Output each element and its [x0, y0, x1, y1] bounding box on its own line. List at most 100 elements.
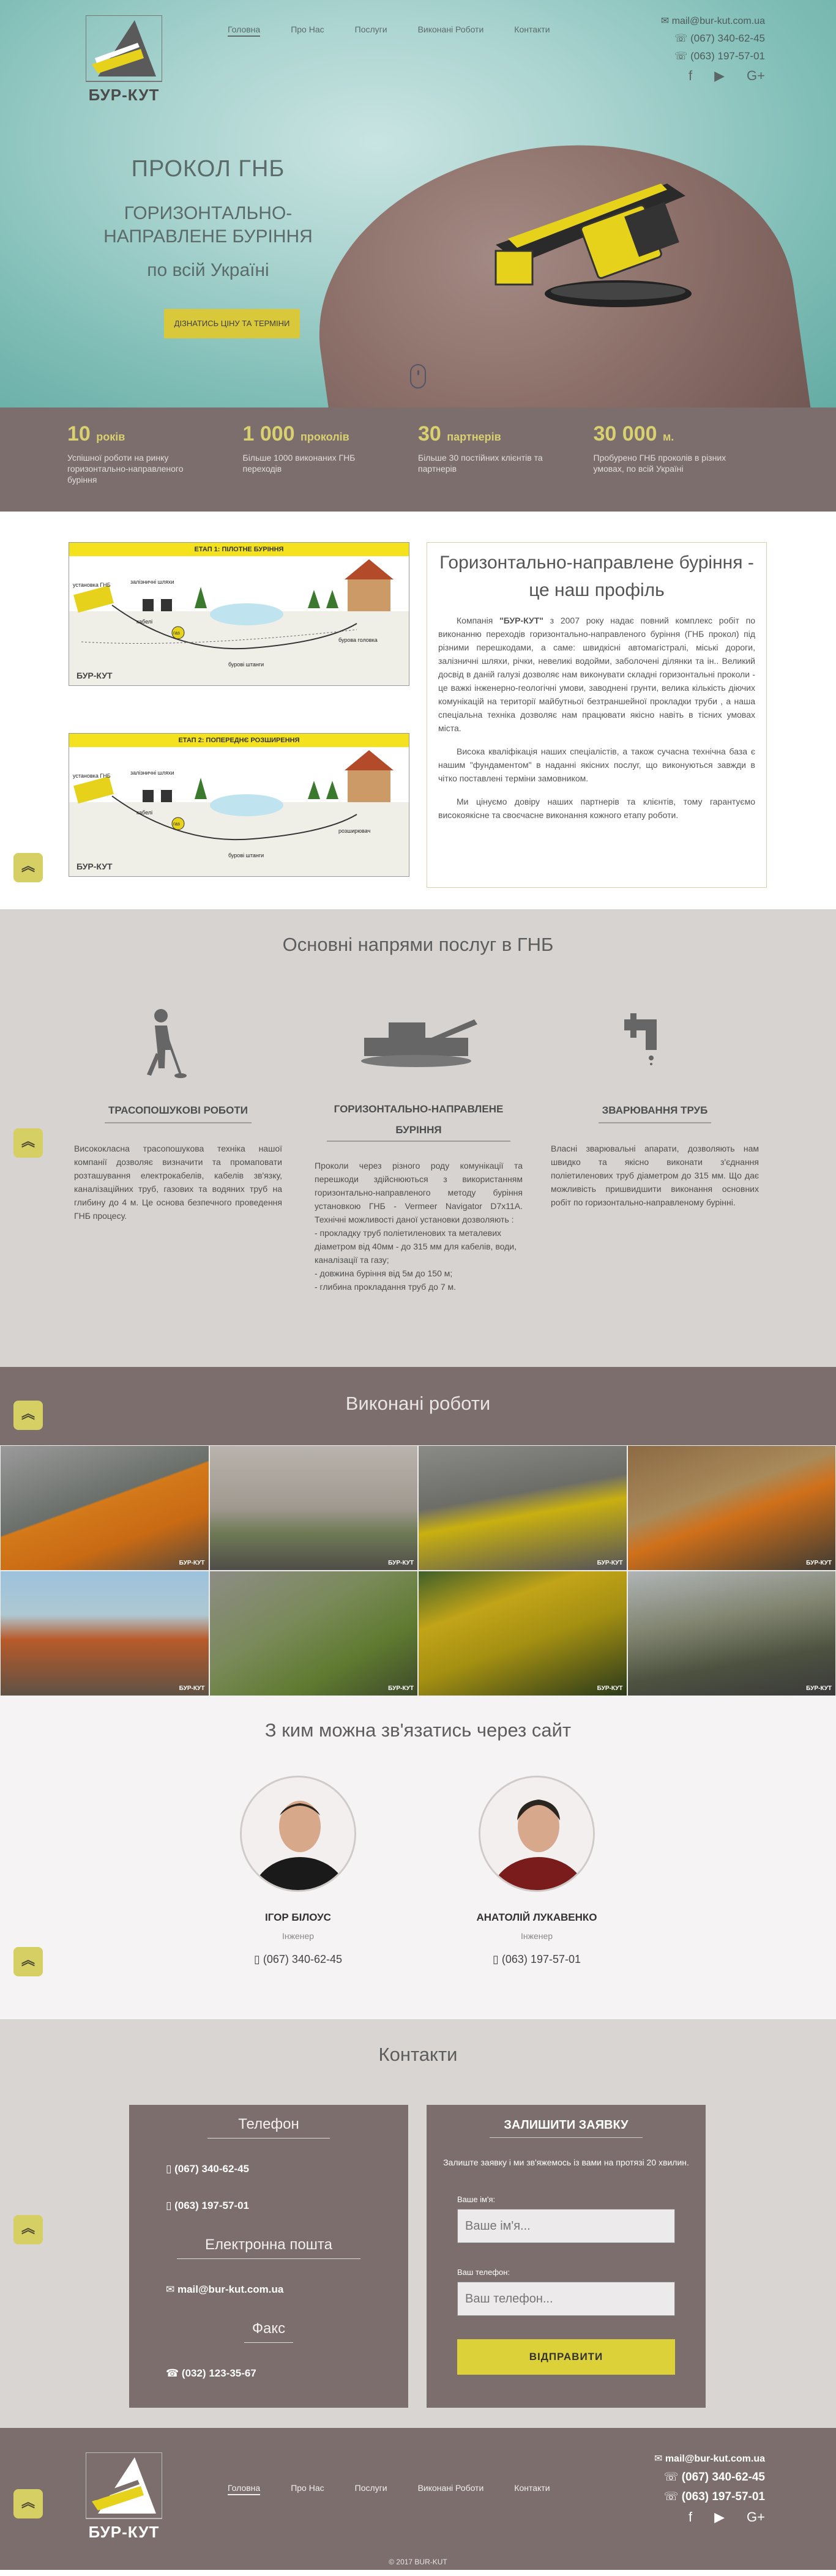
gallery-photo[interactable]: БУР-КУТ [418, 1445, 627, 1571]
contact-phone-number: (067) 340-62-45 [174, 2163, 249, 2175]
gallery-photo[interactable]: БУР-КУТ [209, 1445, 418, 1571]
nav-works[interactable]: Виконані Роботи [418, 24, 484, 37]
contact-email[interactable]: ✉ mail@bur-kut.com.ua [166, 2284, 408, 2296]
nav-services[interactable]: Послуги [355, 2483, 387, 2495]
form-title: ЗАЛИШИТИ ЗАЯВКУ [490, 2105, 643, 2138]
phone-label: Ваш телефон: [457, 2268, 510, 2277]
scroll-up-button[interactable]: ︽ [13, 1128, 43, 1158]
contact-info-box: Телефон ▯ (067) 340-62-45 ▯ (063) 197-57… [129, 2105, 408, 2408]
footer-nav: Головна Про Нас Послуги Виконані Роботи … [228, 2483, 581, 2495]
footer-email: mail@bur-kut.com.ua [665, 2454, 765, 2464]
gallery-photo[interactable]: БУР-КУТ [627, 1445, 836, 1571]
stat-desc: Більше 30 постійних клієнтів та партнері… [418, 453, 543, 474]
scroll-up-button[interactable]: ︽ [13, 853, 43, 882]
diagram-label: розширювач [338, 828, 371, 834]
contact-phone2[interactable]: ▯ (063) 197-57-01 [166, 2200, 408, 2212]
form-subtitle: Залиште заявку і ми зв'яжемось із вами н… [443, 2157, 689, 2167]
diagram-label: газ [173, 821, 180, 827]
gallery-photo[interactable]: БУР-КУТ [209, 1571, 418, 1696]
drilling-diagram-image: установка ГНБ залізничні шляхи кабелі га… [69, 747, 409, 876]
header-email-row[interactable]: ✉ mail@bur-kut.com.ua [661, 15, 765, 27]
scroll-up-button[interactable]: ︽ [13, 1947, 43, 1976]
youtube-icon[interactable]: ▶ [714, 68, 725, 84]
nav-works[interactable]: Виконані Роботи [418, 2483, 484, 2495]
photo-watermark: БУР-КУТ [388, 1685, 414, 1692]
google-plus-icon[interactable]: G+ [747, 2509, 765, 2525]
mobile-icon: ▯ [254, 1953, 263, 1965]
diagram-label: залізничні шляхи [130, 579, 174, 585]
youtube-icon[interactable]: ▶ [714, 2509, 725, 2525]
envelope-icon: ✉ [654, 2454, 665, 2464]
services-section: Основні напрями послуг в ГНБ ТРАСОПОШУКО… [0, 909, 836, 1367]
stat-unit: м. [662, 431, 674, 443]
stat-item: 30 партнерів Більше 30 постійних клієнтів… [418, 408, 594, 512]
service-bullet: - глибина прокладання труб до 7 м. [315, 1282, 457, 1292]
pipe-locator-icon [147, 1009, 187, 1078]
team-title: З ким можна зв'язатись через сайт [264, 1719, 572, 1741]
member-phone[interactable]: ▯ (067) 340-62-45 [218, 1953, 378, 1966]
brand-name: БУР-КУТ [88, 2523, 160, 2541]
envelope-icon: ✉ [166, 2284, 177, 2295]
stage-banner: ЕТАП 2: ПОПЕРЕДНЄ РОЗШИРЕННЯ [69, 734, 409, 747]
footer-contacts: ✉ mail@bur-kut.com.ua ☏ (067) 340-62-45 … [654, 2452, 765, 2531]
contact-phone1[interactable]: ▯ (067) 340-62-45 [166, 2163, 408, 2175]
gallery-photo[interactable]: БУР-КУТ [418, 1571, 627, 1696]
photo-watermark: БУР-КУТ [806, 1560, 832, 1566]
stat-number: 30 [418, 422, 441, 445]
header-phone2-row[interactable]: ☏ (063) 197-57-01 [661, 50, 765, 62]
member-phone[interactable]: ▯ (063) 197-57-01 [457, 1953, 616, 1966]
nav-contacts[interactable]: Контакти [514, 2483, 550, 2495]
scroll-up-button[interactable]: ︽ [13, 2489, 43, 2518]
brand-logo[interactable]: БУР-КУТ [86, 15, 162, 113]
stat-desc: Пробурено ГНБ проколів в різних умовах, … [593, 453, 726, 474]
footer-phone2: (063) 197-57-01 [681, 2490, 765, 2503]
about-paragraph: Компанія "БУР-КУТ" з 2007 року надає пов… [438, 614, 755, 735]
copyright: © 2017 BUR-KUT [389, 2558, 447, 2566]
nav-contacts[interactable]: Контакти [514, 24, 550, 37]
service-item: ТРАСОПОШУКОВІ РОБОТИ Висококласна трасоп… [74, 1099, 282, 1223]
fax-icon: ☎ [166, 2367, 182, 2379]
service-text: Власні зварювальні апарати, дозволяють н… [551, 1144, 759, 1207]
facebook-icon[interactable]: f [689, 68, 692, 84]
footer-phone2-row[interactable]: ☏ (063) 197-57-01 [654, 2490, 765, 2504]
footer-phone1-row[interactable]: ☏ (067) 340-62-45 [654, 2470, 765, 2484]
facebook-icon[interactable]: f [689, 2509, 692, 2525]
email-heading: Електронна пошта [177, 2236, 360, 2259]
gallery-photo[interactable]: БУР-КУТ [627, 1571, 836, 1696]
diagram-label: кабелі [136, 619, 152, 625]
footer-email-row[interactable]: ✉ mail@bur-kut.com.ua [654, 2452, 765, 2465]
nav-services[interactable]: Послуги [355, 24, 387, 37]
cta-button[interactable]: ДІЗНАТИСЬ ЦІНУ ТА ТЕРМІНИ [164, 309, 300, 338]
header-phone1: (067) 340-62-45 [690, 32, 765, 44]
nav-home[interactable]: Головна [228, 2483, 261, 2495]
scroll-up-button[interactable]: ︽ [13, 2215, 43, 2244]
drilling-machine-icon [361, 1019, 477, 1067]
gallery-photo[interactable]: БУР-КУТ [0, 1445, 209, 1571]
member-name: ІГОР БІЛОУС [265, 1912, 331, 1923]
diagram-label: установка ГНБ [73, 773, 111, 779]
footer-logo[interactable]: БУР-КУТ [86, 2452, 162, 2550]
scroll-up-button[interactable]: ︽ [13, 1401, 43, 1430]
name-field[interactable] [457, 2209, 675, 2243]
nav-home[interactable]: Головна [228, 24, 261, 37]
nav-about[interactable]: Про Нас [291, 2483, 324, 2495]
diagram-label: бурові штанги [228, 661, 264, 668]
main-nav: Головна Про Нас Послуги Виконані Роботи … [228, 24, 581, 37]
contacts-title: Контакти [378, 2044, 458, 2065]
logo-triangle-icon [86, 15, 162, 82]
phone-field[interactable] [457, 2282, 675, 2316]
header-phone1-row[interactable]: ☏ (067) 340-62-45 [661, 32, 765, 45]
gallery-photo[interactable]: БУР-КУТ [0, 1571, 209, 1696]
google-plus-icon[interactable]: G+ [747, 68, 765, 84]
submit-button[interactable]: ВІДПРАВИТИ [457, 2339, 675, 2375]
scroll-down-icon[interactable] [410, 364, 426, 389]
works-gallery: БУР-КУТ БУР-КУТ БУР-КУТ БУР-КУТ БУР-КУТ … [0, 1445, 836, 1696]
works-title: Виконані роботи [345, 1393, 491, 1414]
hero-section: БУР-КУТ Головна Про Нас Послуги Виконані… [0, 0, 836, 408]
nav-about[interactable]: Про Нас [291, 24, 324, 37]
footer-phone1: (067) 340-62-45 [681, 2471, 765, 2484]
contact-email-address: mail@bur-kut.com.ua [177, 2284, 284, 2295]
mobile-icon: ▯ [493, 1953, 502, 1965]
logo-triangle-icon [86, 2452, 162, 2519]
diagram-label: установка ГНБ [73, 582, 111, 588]
